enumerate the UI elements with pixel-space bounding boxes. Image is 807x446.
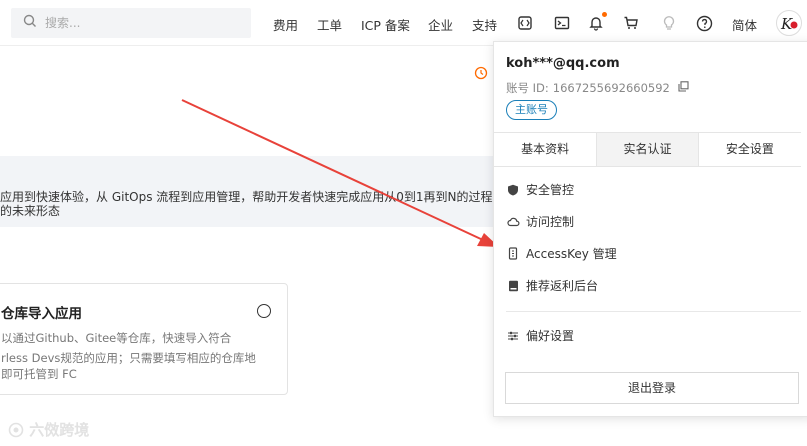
menu-divider (506, 311, 801, 312)
top-navigation-bar: 费用 工单 ICP 备案 企业 支持 简体 K (0, 0, 807, 46)
shield-icon (506, 184, 520, 196)
logout-button[interactable]: 退出登录 (505, 372, 799, 404)
nav-link-enterprise[interactable]: 企业 (428, 15, 453, 34)
intro-text-line-1: 应用到快速体验，从 GitOps 流程到应用管理，帮助开发者快速完成应用从0到1… (0, 190, 517, 204)
menu-item-label: 安全管控 (526, 183, 575, 197)
nav-link-billing[interactable]: 费用 (273, 15, 298, 34)
card-desc-line-3: 即可托管到 FC (1, 367, 77, 381)
watermark-text: 六傚跨境 (29, 421, 90, 439)
nav-link-support[interactable]: 支持 (472, 15, 497, 34)
bulb-icon[interactable] (658, 12, 680, 34)
watermark: 六傚跨境 (8, 419, 89, 440)
tab-basic-info[interactable]: 基本资料 (494, 133, 597, 166)
tab-security-settings[interactable]: 安全设置 (698, 133, 801, 166)
menu-item-label: 访问控制 (526, 215, 575, 229)
menu-item-label: 推荐返利后台 (526, 279, 599, 293)
search-icon (23, 14, 37, 32)
copy-icon[interactable] (678, 81, 689, 95)
card-desc-line-2: rless Devs规范的应用；只需要填写相应的仓库地 (1, 351, 256, 365)
account-id-value: 1667255692660592 (552, 81, 670, 95)
avatar[interactable]: K (776, 10, 802, 36)
sliders-icon (506, 330, 520, 342)
account-id: 账号 ID: 1667255692660592 (506, 80, 689, 96)
intro-banner: 应用到快速体验，从 GitOps 流程到应用管理，帮助开发者快速完成应用从0到1… (0, 156, 517, 227)
menu-item-accesskey[interactable]: AccessKey 管理 (506, 245, 617, 262)
search-input[interactable] (45, 16, 225, 30)
menu-item-preferences[interactable]: 偏好设置 (506, 327, 574, 344)
import-from-repo-card[interactable]: 仓库导入应用 以通过Github、Gitee等仓库，快速导入符合 rless D… (0, 283, 288, 395)
notification-dot (602, 12, 607, 17)
account-tabs: 基本资料 实名认证 安全设置 (494, 132, 801, 167)
code-icon[interactable] (514, 12, 536, 34)
menu-item-security-control[interactable]: 安全管控 (506, 181, 574, 198)
nav-link-tickets[interactable]: 工单 (317, 15, 342, 34)
language-switch[interactable]: 简体 (732, 15, 757, 34)
menu-item-label: AccessKey 管理 (526, 247, 617, 261)
card-desc-line-1: 以通过Github、Gitee等仓库，快速导入符合 (1, 331, 232, 345)
book-icon (506, 280, 520, 292)
menu-item-label: 偏好设置 (526, 329, 575, 343)
tab-real-name[interactable]: 实名认证 (596, 133, 699, 166)
main-account-badge: 主账号 (506, 100, 557, 120)
menu-item-access-control[interactable]: 访问控制 (506, 213, 574, 230)
cart-icon[interactable] (620, 12, 642, 34)
cloud-icon (506, 216, 520, 227)
clock-icon (474, 66, 488, 84)
account-dropdown: koh***@qq.com 账号 ID: 1667255692660592 主账… (493, 41, 807, 417)
account-email: koh***@qq.com (506, 56, 620, 71)
menu-item-referral[interactable]: 推荐返利后台 (506, 277, 598, 294)
card-radio[interactable] (257, 304, 271, 318)
intro-text-line-2: 的未来形态 (0, 204, 61, 218)
bell-icon[interactable] (585, 12, 607, 34)
nav-link-icp[interactable]: ICP 备案 (361, 15, 410, 34)
help-icon[interactable] (693, 12, 715, 34)
card-title: 仓库导入应用 (1, 306, 82, 322)
account-id-label: 账号 ID: (506, 81, 549, 95)
watermark-logo-icon (8, 422, 24, 438)
terminal-icon[interactable] (551, 12, 573, 34)
search-box[interactable] (11, 8, 251, 38)
key-icon (506, 247, 520, 260)
